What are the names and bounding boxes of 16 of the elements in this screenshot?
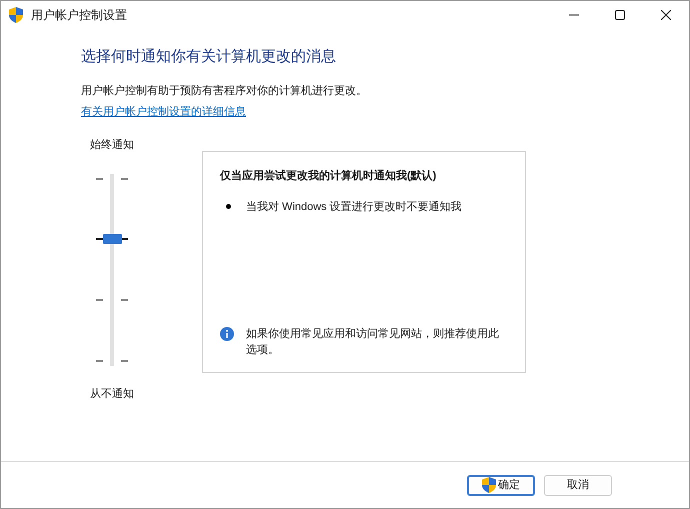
details-link[interactable]: 有关用户帐户控制设置的详细信息: [81, 106, 246, 118]
shield-icon: [9, 7, 23, 23]
window-title: 用户帐户控制设置: [31, 7, 127, 24]
cancel-button[interactable]: 取消: [544, 474, 612, 496]
shield-icon: [482, 477, 496, 493]
description-text: 用户帐户控制有助于预防有害程序对你的计算机进行更改。: [81, 84, 368, 98]
setting-description: 当我对 Windows 设置进行更改时不要通知我: [246, 200, 462, 214]
slider-top-label: 始终通知: [90, 138, 134, 153]
recommendation-note: 如果你使用常见应用和访问常见网站，则推荐使用此选项。: [246, 326, 500, 358]
slider-thumb[interactable]: [103, 234, 122, 244]
page-heading: 选择何时通知你有关计算机更改的消息: [81, 47, 337, 67]
setting-title: 仅当应用尝试更改我的计算机时通知我(默认): [220, 168, 438, 184]
slider-bottom-label: 从不通知: [90, 386, 134, 402]
ok-button[interactable]: 确定: [467, 474, 535, 496]
bullet-icon: [226, 204, 231, 210]
info-icon: [220, 327, 234, 341]
